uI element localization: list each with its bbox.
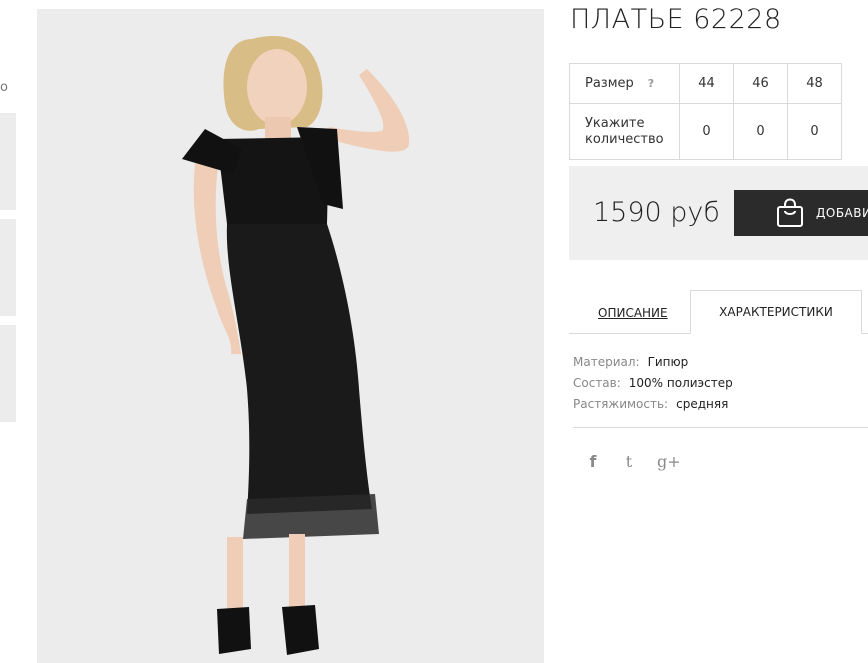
- quantity-input-44[interactable]: 0: [679, 103, 734, 160]
- size-help-icon[interactable]: ?: [648, 77, 654, 90]
- tab-characteristics[interactable]: ХАРАКТЕРИСТИКИ: [690, 290, 862, 334]
- spec-row-material: Материал: Гипюр: [573, 355, 689, 369]
- product-title: ПЛАТЬЕ 62228: [570, 4, 782, 35]
- size-option-48: 48: [787, 63, 842, 104]
- size-quantity-table: Размер? 44 46 48 Укажите количество 0 0 …: [569, 63, 842, 160]
- add-to-cart-label: ДОБАВИТЬ В КОРЗИНУ: [816, 206, 868, 220]
- quantity-input-48[interactable]: 0: [787, 103, 842, 160]
- google-plus-icon[interactable]: g+: [657, 452, 681, 472]
- size-row: Размер? 44 46 48: [569, 63, 842, 104]
- characteristics-list: Материал: Гипюр Состав: 100% полиэстер Рас…: [573, 352, 733, 415]
- product-price: 1590 руб: [593, 197, 720, 228]
- quantity-input-46[interactable]: 0: [733, 103, 788, 160]
- size-header-cell: Размер?: [569, 63, 680, 104]
- gallery-thumbnail[interactable]: [0, 113, 16, 210]
- product-tabs: ОПИСАНИЕ ХАРАКТЕРИСТИКИ: [569, 290, 868, 334]
- product-main-photo[interactable]: [37, 9, 544, 663]
- left-column-label: о: [0, 80, 8, 95]
- twitter-icon[interactable]: t: [619, 452, 639, 472]
- size-option-44: 44: [679, 63, 734, 104]
- quantity-row: Укажите количество 0 0 0: [569, 103, 842, 160]
- model-in-dress-illustration: [182, 36, 410, 655]
- price-panel: 1590 руб ДОБАВИТЬ В КОРЗИНУ: [569, 166, 868, 260]
- shopping-bag-icon: [777, 198, 803, 227]
- tab-description[interactable]: ОПИСАНИЕ: [598, 306, 668, 320]
- add-to-cart-button[interactable]: ДОБАВИТЬ В КОРЗИНУ: [734, 190, 868, 236]
- spec-row-composition: Состав: 100% полиэстер: [573, 376, 733, 390]
- section-divider: [573, 427, 868, 428]
- size-label: Размер: [585, 76, 634, 91]
- gallery-thumbnail[interactable]: [0, 325, 16, 422]
- size-option-46: 46: [733, 63, 788, 104]
- gallery-thumbnail[interactable]: [0, 219, 16, 316]
- quantity-label: Укажите количество: [569, 103, 680, 160]
- spec-row-stretch: Растяжимость: средняя: [573, 397, 729, 411]
- facebook-icon[interactable]: f: [583, 452, 603, 472]
